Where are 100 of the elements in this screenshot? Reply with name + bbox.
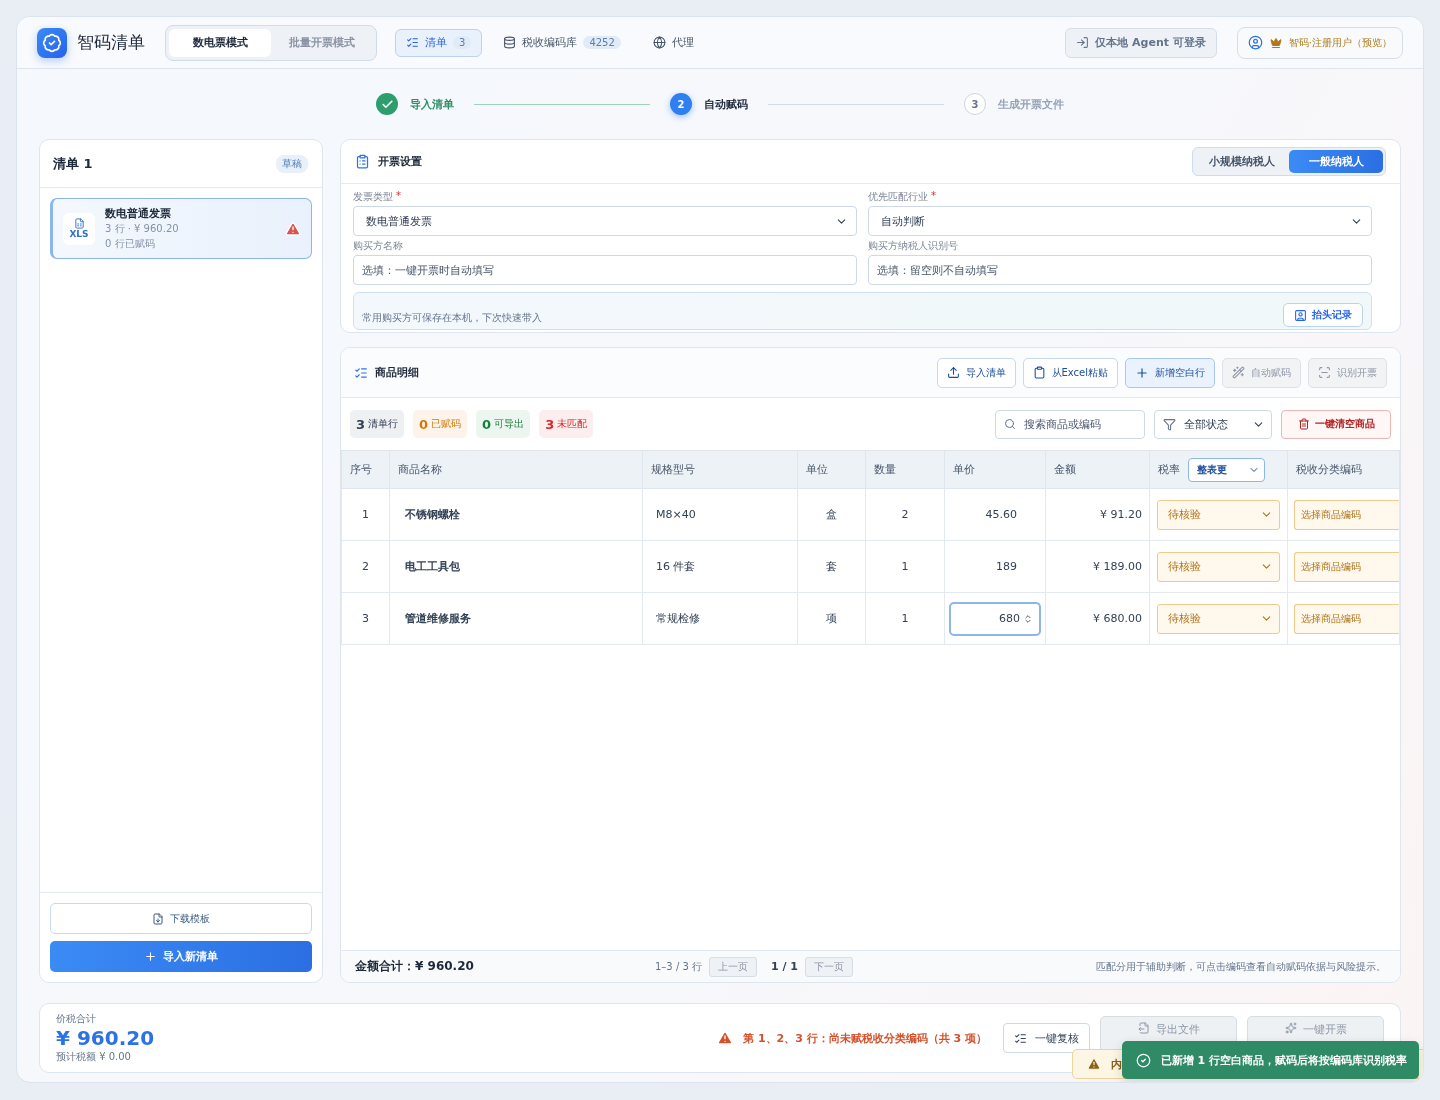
file-card[interactable]: XLS 数电普通发票 3 行 · ¥ 960.20 0 行已赋码 (50, 198, 312, 259)
mode-tab[interactable]: 数电票模式 (169, 28, 271, 57)
warning-icon (717, 1030, 734, 1046)
warning-icon (1086, 1057, 1101, 1071)
user-button[interactable]: 智码·注册用户（预览） (1236, 26, 1403, 59)
file-icon: XLS (63, 212, 95, 245)
table-cell: ¥ 189.00 (1045, 540, 1150, 593)
nav-tab[interactable]: 代理 (641, 28, 705, 57)
crown-icon (1269, 36, 1282, 49)
stat-chip: 3 清单行 (350, 410, 405, 438)
column-label: 税率 (1158, 462, 1180, 477)
tax-amount: 预计税额 ¥ 0.00 (56, 1050, 132, 1064)
table-cell: ¥ 91.20 (1045, 488, 1150, 541)
contact-icon (1294, 308, 1307, 322)
nav-tab[interactable]: 清单 3 (395, 28, 483, 57)
table-cell: 管道维修服务 (389, 592, 643, 645)
taxpayer-tab[interactable]: 一般纳税人 (1289, 150, 1383, 173)
table-cell: 1 (865, 592, 945, 645)
clipboard-icon (1032, 366, 1046, 379)
plus-icon (144, 950, 157, 963)
file-icon (1137, 1022, 1150, 1034)
column-header: 数量 (865, 450, 945, 489)
required-mark: * (931, 190, 936, 203)
table-cell: 16 件套 (642, 540, 798, 593)
clear-button[interactable]: 一键清空商品 (1281, 409, 1391, 439)
count-badge: 4252 (583, 36, 621, 49)
file-download-icon (152, 912, 164, 925)
table-cell: 1 (865, 540, 945, 593)
user-icon (1247, 35, 1263, 50)
table-cell: M8×40 (642, 488, 798, 541)
toolbar-button[interactable]: 导入清单 (936, 357, 1016, 388)
clipboard-icon (355, 154, 370, 169)
status-select[interactable]: 全部状态 (1154, 409, 1272, 439)
review-button[interactable]: 一键复核 (1003, 1023, 1090, 1053)
trash-icon (1297, 418, 1310, 430)
total-label: 价税合计 (56, 1012, 97, 1026)
required-mark: * (396, 190, 401, 203)
stat-chip: 3 未匹配 (539, 410, 594, 438)
row-range: 1–3 / 3 行 (655, 959, 702, 974)
total-amount: ¥ 960.20 (56, 1026, 155, 1050)
rate-select[interactable]: 整表更 (1188, 457, 1265, 482)
login-button[interactable]: 仅本地 Agent 可登录 (1065, 27, 1217, 58)
spinner-icon (1023, 613, 1033, 624)
field-label: 购买方名称 (353, 239, 403, 253)
table-cell: 2 (341, 540, 390, 593)
wand-icon (1232, 366, 1245, 379)
warning-text: 第 1、2、3 行：尚未赋税收分类编码（共 3 项） (743, 1030, 987, 1046)
mode-tab[interactable]: 批量开票模式 (271, 28, 373, 57)
column-header: 序号 (341, 450, 390, 489)
search-field[interactable]: 搜索商品或编码 (995, 409, 1145, 439)
rate-select[interactable]: 待核验 (1157, 551, 1280, 582)
toolbar-button[interactable]: 从Excel粘贴 (1022, 357, 1118, 388)
upload-icon (946, 366, 960, 379)
input-field[interactable]: 选填：留空则不自动填写 (868, 255, 1372, 285)
file-name: 数电普通发票 (105, 206, 172, 221)
code-select[interactable]: 选择商品编码 (1294, 499, 1399, 530)
field-label: 购买方纳税人识别号 (868, 239, 958, 253)
sparkle-icon (1284, 1022, 1297, 1034)
column-header: 金额 (1045, 450, 1150, 489)
taxpayer-tab[interactable]: 小规模纳税人 (1195, 150, 1289, 173)
price-input[interactable]: 680 (949, 601, 1041, 636)
page-number: 1 / 1 (771, 960, 798, 973)
app-title: 智码清单 (77, 31, 145, 54)
hint-text: 匹配分用于辅助判断，可点击编码查看自动赋码依据与风险提示。 (1096, 959, 1386, 974)
import-button[interactable]: 导入新清单 (50, 941, 312, 972)
rate-select[interactable]: 待核验 (1157, 499, 1280, 530)
rate-select[interactable]: 待核验 (1157, 603, 1280, 634)
filter-icon (1163, 417, 1176, 431)
amount-total: 金额合计：¥ 960.20 (355, 958, 475, 975)
column-header: 规格型号 (642, 450, 798, 489)
table-cell: 45.60 (944, 488, 1046, 541)
step-marker: 3 (964, 93, 986, 115)
stat-chip: 0 可导出 (476, 410, 531, 438)
table-cell: ¥ 680.00 (1045, 592, 1150, 645)
code-select[interactable]: 选择商品编码 (1294, 603, 1399, 634)
file-meta: 0 行已赋码 (105, 237, 156, 251)
toolbar-button[interactable]: 新增空白行 (1125, 357, 1215, 388)
card-title: 开票设置 (378, 154, 422, 169)
file-meta: 3 行 · ¥ 960.20 (105, 222, 180, 236)
step-label: 自动赋码 (704, 96, 748, 112)
table-cell: 盒 (797, 488, 866, 541)
step-label: 生成开票文件 (998, 96, 1064, 112)
nav-tab[interactable]: 税收编码库 4252 (492, 28, 632, 57)
select-field[interactable]: 数电普通发票 (353, 206, 857, 236)
table-cell: 2 (865, 488, 945, 541)
records-button[interactable]: 抬头记录 (1283, 303, 1363, 327)
logo-icon (37, 27, 67, 58)
globe-icon (652, 36, 666, 49)
code-select[interactable]: 选择商品编码 (1294, 551, 1399, 582)
toast: 已新增 1 行空白商品，赋码后将按编码库识别税率 (1121, 1041, 1419, 1079)
login-icon (1076, 36, 1090, 49)
download-button[interactable]: 下载模板 (50, 903, 312, 934)
table-cell: 3 (341, 592, 390, 645)
scan-icon (1318, 366, 1331, 379)
select-field[interactable]: 自动判断 (868, 206, 1372, 236)
input-field[interactable]: 选填：一键开票时自动填写 (353, 255, 857, 285)
list-icon (406, 36, 419, 49)
table-cell: 常规检修 (642, 592, 798, 645)
database-icon (503, 36, 517, 49)
column-header: 单位 (797, 450, 866, 489)
